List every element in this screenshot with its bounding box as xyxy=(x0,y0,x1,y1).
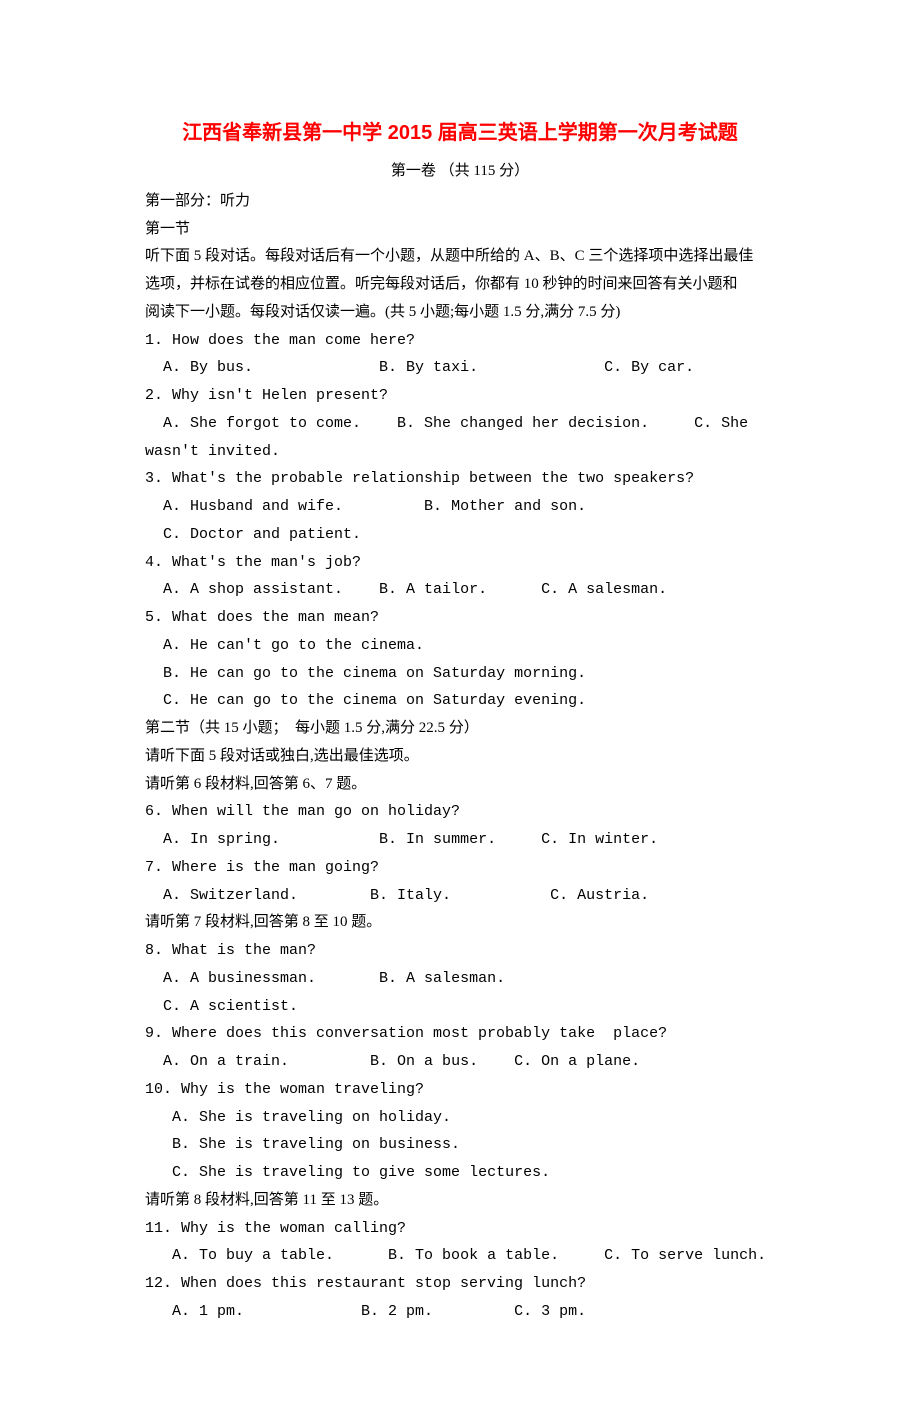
main-title: 江西省奉新县第一中学 2015 届高三英语上学期第一次月考试题 xyxy=(145,115,775,152)
part-heading: 第一部分：听力 xyxy=(145,188,775,216)
material-8-heading: 请听第 8 段材料,回答第 11 至 13 题。 xyxy=(145,1187,775,1215)
question-9-options: A. On a train. B. On a bus. C. On a plan… xyxy=(145,1048,775,1076)
question-6-options: A. In spring. B. In summer. C. In winter… xyxy=(145,826,775,854)
question-5-option-a: A. He can't go to the cinema. xyxy=(145,632,775,660)
question-10: 10. Why is the woman traveling? xyxy=(145,1076,775,1104)
question-11-options: A. To buy a table. B. To book a table. C… xyxy=(145,1242,775,1270)
question-1: 1. How does the man come here? xyxy=(145,327,775,355)
question-7-options: A. Switzerland. B. Italy. C. Austria. xyxy=(145,882,775,910)
question-11: 11. Why is the woman calling? xyxy=(145,1215,775,1243)
question-10-option-a: A. She is traveling on holiday. xyxy=(145,1104,775,1132)
question-5-option-c: C. He can go to the cinema on Saturday e… xyxy=(145,687,775,715)
question-3-options-c: C. Doctor and patient. xyxy=(145,521,775,549)
question-10-option-b: B. She is traveling on business. xyxy=(145,1131,775,1159)
section2-heading: 第二节（共 15 小题； 每小题 1.5 分,满分 22.5 分） xyxy=(145,715,775,743)
question-1-options: A. By bus. B. By taxi. C. By car. xyxy=(145,354,775,382)
question-5-option-b: B. He can go to the cinema on Saturday m… xyxy=(145,660,775,688)
question-4: 4. What's the man's job? xyxy=(145,549,775,577)
question-8: 8. What is the man? xyxy=(145,937,775,965)
section1-instructions-line2: 选项，并标在试卷的相应位置。听完每段对话后，你都有 10 秒钟的时间来回答有关小… xyxy=(145,271,775,299)
question-2: 2. Why isn't Helen present? xyxy=(145,382,775,410)
section1-heading: 第一节 xyxy=(145,216,775,244)
question-9: 9. Where does this conversation most pro… xyxy=(145,1020,775,1048)
question-2-options: A. She forgot to come. B. She changed he… xyxy=(145,410,775,466)
question-10-option-c: C. She is traveling to give some lecture… xyxy=(145,1159,775,1187)
section1-instructions-line3: 阅读下一小题。每段对话仅读一遍。(共 5 小题;每小题 1.5 分,满分 7.5… xyxy=(145,299,775,327)
question-12: 12. When does this restaurant stop servi… xyxy=(145,1270,775,1298)
question-6: 6. When will the man go on holiday? xyxy=(145,798,775,826)
question-5: 5. What does the man mean? xyxy=(145,604,775,632)
material-6-heading: 请听第 6 段材料,回答第 6、7 题。 xyxy=(145,771,775,799)
question-8-options-c: C. A scientist. xyxy=(145,993,775,1021)
material-7-heading: 请听第 7 段材料,回答第 8 至 10 题。 xyxy=(145,909,775,937)
question-3: 3. What's the probable relationship betw… xyxy=(145,465,775,493)
question-3-options-ab: A. Husband and wife. B. Mother and son. xyxy=(145,493,775,521)
question-4-options: A. A shop assistant. B. A tailor. C. A s… xyxy=(145,576,775,604)
exam-page: 江西省奉新县第一中学 2015 届高三英语上学期第一次月考试题 第一卷 （共 1… xyxy=(0,0,920,1426)
question-7: 7. Where is the man going? xyxy=(145,854,775,882)
subtitle: 第一卷 （共 115 分） xyxy=(145,158,775,186)
section1-instructions-line1: 听下面 5 段对话。每段对话后有一个小题，从题中所给的 A、B、C 三个选择项中… xyxy=(145,243,775,271)
section2-instructions: 请听下面 5 段对话或独白,选出最佳选项。 xyxy=(145,743,775,771)
question-8-options-ab: A. A businessman. B. A salesman. xyxy=(145,965,775,993)
